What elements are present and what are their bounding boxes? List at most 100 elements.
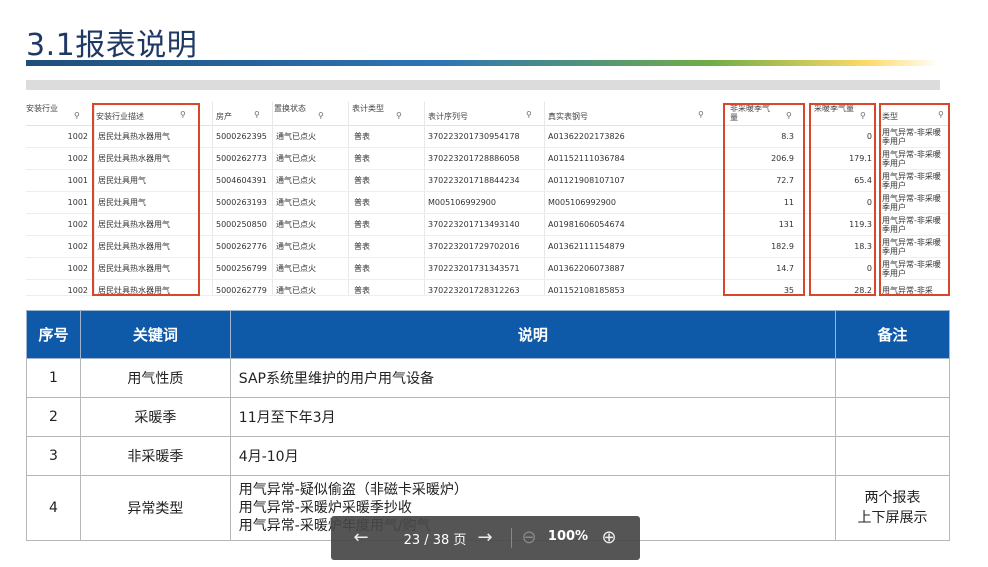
row-keyword: 采暖季 xyxy=(79,397,231,437)
row-note: 两个报表 上下屏展示 xyxy=(835,475,950,541)
search-icon[interactable]: ⚲ xyxy=(318,111,324,120)
grid-cell: 通气已点火 xyxy=(276,176,316,185)
row-description: SAP系统里维护的用户用气设备 xyxy=(229,358,837,398)
grid-cell: 普表 xyxy=(354,154,370,163)
grid-header-cell: 表计序列号 ⚲ xyxy=(428,110,532,121)
grid-cell: 5000262773 xyxy=(216,154,267,163)
search-icon[interactable]: ⚲ xyxy=(698,110,704,119)
grid-cell: 普表 xyxy=(354,198,370,207)
title-underline xyxy=(26,60,940,66)
search-icon[interactable]: ⚲ xyxy=(74,111,80,120)
row-number: 2 xyxy=(26,397,81,437)
toolbar-divider xyxy=(511,528,512,548)
grid-cell: M005106992900 xyxy=(548,198,616,207)
grid-cell: 5000262779 xyxy=(216,286,267,295)
grid-cell: A01362206073887 xyxy=(548,264,625,273)
grid-cell: A01152108185853 xyxy=(548,286,625,295)
grid-cell: A01362111154879 xyxy=(548,242,625,251)
grid-cell: 5000250850 xyxy=(216,220,267,229)
grid-cell: 5000262776 xyxy=(216,242,267,251)
grid-cell: 通气已点火 xyxy=(276,220,316,229)
row-keyword: 异常类型 xyxy=(79,475,231,541)
grid-cell: 5000263193 xyxy=(216,198,267,207)
grid-header-cell: 安装行业 ⚲ xyxy=(26,104,80,120)
pdf-viewer-toolbar: ← 23 / 38 页 → ⊖ 100% ⊕ xyxy=(331,516,640,560)
table-header-cell: 备注 xyxy=(835,310,950,359)
grid-cell: A01981606054674 xyxy=(548,220,625,229)
table-row: 1 用气性质 SAP系统里维护的用户用气设备 xyxy=(26,358,950,398)
grid-cell: M005106992900 xyxy=(428,198,496,207)
row-number: 4 xyxy=(26,475,81,541)
note-line: 上下屏展示 xyxy=(857,510,928,526)
grid-cell: 370223201728312263 xyxy=(428,286,520,295)
grid-cell: 370223201730954178 xyxy=(428,132,520,141)
grid-cell: 370223201718844234 xyxy=(428,176,520,185)
grid-cell: 1002 xyxy=(67,286,88,295)
page-indicator[interactable]: 23 / 38 页 xyxy=(395,529,475,548)
grid-cell: 370223201729702016 xyxy=(428,242,520,251)
grid-top-bar xyxy=(26,80,940,90)
table-header-cell: 关键词 xyxy=(79,310,231,359)
grid-cell: 1002 xyxy=(67,242,88,251)
row-keyword: 非采暖季 xyxy=(79,436,231,476)
grid-cell: A01362202173826 xyxy=(548,132,625,141)
row-note xyxy=(835,397,950,437)
row-note xyxy=(835,358,950,398)
grid-cell: A01121908107107 xyxy=(548,176,625,185)
grid-cell: 普表 xyxy=(354,264,370,273)
slide-title: 3.1报表说明 xyxy=(26,28,198,63)
row-number: 3 xyxy=(26,436,81,476)
row-keyword: 用气性质 xyxy=(79,358,231,398)
table-row: 3 非采暖季 4月-10月 xyxy=(26,436,950,476)
row-description: 11月至下年3月 xyxy=(229,397,837,437)
grid-cell: 1001 xyxy=(67,198,88,207)
zoom-level: 100% xyxy=(547,529,589,544)
grid-cell: 普表 xyxy=(354,286,370,295)
grid-cell: 1001 xyxy=(67,176,88,185)
table-header-row: 序号 关键词 说明 备注 xyxy=(26,310,950,359)
grid-cell: 普表 xyxy=(354,242,370,251)
grid-cell: 5004604391 xyxy=(216,176,267,185)
highlight-box xyxy=(723,103,805,296)
grid-header-cell: 真实表钢号 ⚲ xyxy=(548,110,704,121)
description-line: 用气异常-采暖炉采暖季抄收 xyxy=(238,500,412,516)
next-page-icon[interactable]: → xyxy=(471,524,499,552)
grid-cell: 5000262395 xyxy=(216,132,267,141)
grid-cell: 5000256799 xyxy=(216,264,267,273)
grid-cell: 370223201728886058 xyxy=(428,154,520,163)
row-number: 1 xyxy=(26,358,81,398)
grid-cell: 1002 xyxy=(67,154,88,163)
grid-cell: 通气已点火 xyxy=(276,286,316,295)
zoom-out-icon[interactable]: ⊖ xyxy=(515,524,543,552)
grid-cell: 通气已点火 xyxy=(276,132,316,141)
table-header-cell: 序号 xyxy=(26,310,81,359)
search-icon[interactable]: ⚲ xyxy=(526,110,532,119)
grid-cell: 370223201713493140 xyxy=(428,220,520,229)
grid-cell: 普表 xyxy=(354,176,370,185)
row-note xyxy=(835,436,950,476)
grid-cell: A01152111036784 xyxy=(548,154,625,163)
grid-cell: 普表 xyxy=(354,220,370,229)
data-grid: 安装行业 ⚲ 安装行业描述 ⚲ 房产 ⚲ 置换状态 ⚲ 表计类型 ⚲ 表计序列号 ⚲ 真实表… xyxy=(26,102,950,296)
grid-header-cell: 置换状态 ⚲ xyxy=(274,104,324,120)
search-icon[interactable]: ⚲ xyxy=(254,110,260,119)
search-icon[interactable]: ⚲ xyxy=(396,111,402,120)
grid-cell: 1002 xyxy=(67,264,88,273)
zoom-in-icon[interactable]: ⊕ xyxy=(595,524,623,552)
table-header-cell: 说明 xyxy=(229,310,837,359)
grid-cell: 通气已点火 xyxy=(276,264,316,273)
note-line: 两个报表 xyxy=(864,490,921,506)
grid-header-cell: 房产 ⚲ xyxy=(216,110,260,121)
prev-page-icon[interactable]: ← xyxy=(347,524,375,552)
grid-cell: 通气已点火 xyxy=(276,154,316,163)
row-description: 4月-10月 xyxy=(229,436,837,476)
highlight-box xyxy=(879,103,950,296)
grid-cell: 1002 xyxy=(67,220,88,229)
grid-cell: 通气已点火 xyxy=(276,242,316,251)
grid-cell: 1002 xyxy=(67,132,88,141)
description-line: 用气异常-疑似偷盗（非磁卡采暖炉） xyxy=(238,482,468,498)
grid-header-cell: 表计类型 ⚲ xyxy=(352,104,402,120)
grid-cell: 通气已点火 xyxy=(276,198,316,207)
grid-cell: 370223201731343571 xyxy=(428,264,520,273)
keyword-table: 序号 关键词 说明 备注 1 用气性质 SAP系统里维护的用户用气设备 2 采暖… xyxy=(26,310,950,541)
